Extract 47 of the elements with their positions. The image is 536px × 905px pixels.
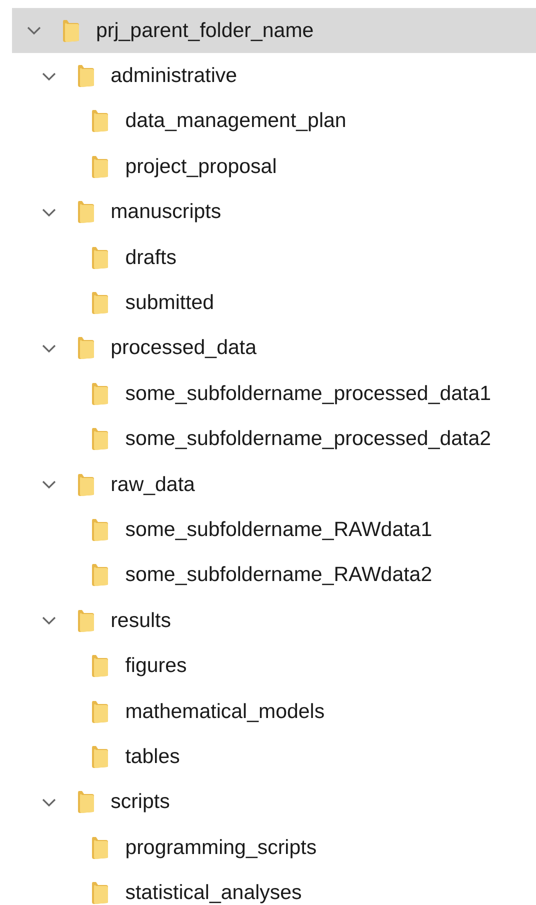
tree-item[interactable]: scripts bbox=[12, 780, 536, 826]
chevron-icon[interactable] bbox=[42, 344, 56, 353]
tree-item[interactable]: some_subfoldername_RAWdata2 bbox=[12, 552, 536, 598]
folder-icon bbox=[76, 64, 95, 88]
folder-icon bbox=[91, 518, 110, 542]
folder-icon bbox=[91, 881, 110, 905]
tree-item[interactable]: raw_data bbox=[12, 462, 536, 508]
folder-icon bbox=[76, 790, 95, 814]
folder-icon bbox=[91, 563, 110, 588]
folder-icon bbox=[91, 700, 110, 724]
chevron-icon[interactable] bbox=[42, 208, 56, 217]
tree-item[interactable]: some_subfoldername_processed_data1 bbox=[12, 371, 536, 417]
folder-icon bbox=[91, 744, 110, 769]
tree-item[interactable]: data_management_plan bbox=[12, 98, 536, 144]
chevron-icon[interactable] bbox=[42, 798, 56, 807]
folder-icon bbox=[91, 654, 110, 678]
folder-icon bbox=[91, 154, 110, 179]
tree-item[interactable]: drafts bbox=[12, 234, 536, 280]
folder-icon bbox=[91, 291, 110, 316]
tree-item[interactable]: manuscripts bbox=[12, 190, 536, 235]
folder-icon bbox=[91, 109, 110, 134]
folder-icon bbox=[62, 18, 80, 43]
folder-icon bbox=[91, 836, 110, 860]
folder-icon bbox=[91, 427, 110, 452]
folder-icon bbox=[91, 382, 110, 406]
tree-item[interactable]: submitted bbox=[12, 280, 536, 326]
tree-item[interactable]: administrative bbox=[12, 53, 536, 99]
chevron-icon[interactable] bbox=[42, 72, 56, 81]
tree-item[interactable]: figures bbox=[12, 643, 536, 689]
tree-item[interactable]: programming_scripts bbox=[12, 825, 536, 870]
tree-item[interactable]: statistical_analyses bbox=[12, 870, 536, 905]
tree-item[interactable]: project_proposal bbox=[12, 144, 536, 190]
tree-item[interactable]: some_subfoldername_processed_data2 bbox=[12, 416, 536, 462]
chevron-icon[interactable] bbox=[42, 616, 56, 626]
tree-item[interactable]: mathematical_models bbox=[12, 688, 536, 734]
folder-icon bbox=[91, 246, 110, 270]
tree-item[interactable]: some_subfoldername_RAWdata1 bbox=[12, 507, 536, 553]
folder-icon bbox=[76, 472, 95, 497]
chevron-icon[interactable] bbox=[27, 26, 41, 36]
folder-icon bbox=[76, 608, 95, 633]
folder-icon bbox=[76, 336, 95, 360]
folder-icon bbox=[76, 200, 95, 224]
tree-item[interactable]: results bbox=[12, 598, 536, 644]
tree-item[interactable]: tables bbox=[12, 734, 536, 780]
tree-item[interactable]: prj_parent_folder_name bbox=[12, 8, 536, 54]
tree-item[interactable]: processed_data bbox=[12, 326, 536, 372]
chevron-icon[interactable] bbox=[42, 480, 56, 490]
